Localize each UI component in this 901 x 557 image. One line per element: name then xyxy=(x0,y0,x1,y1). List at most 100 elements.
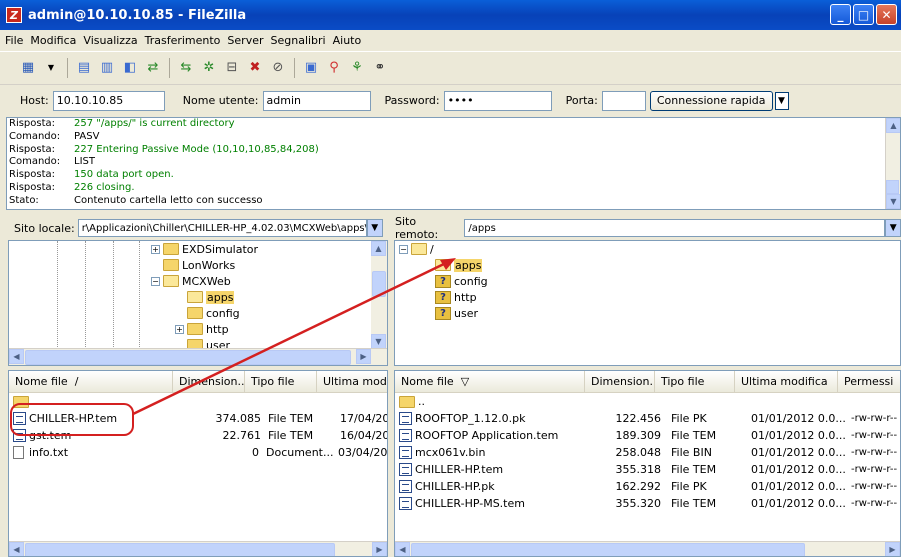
refresh-icon[interactable]: ⇆ xyxy=(176,58,196,78)
file-icon xyxy=(399,497,412,510)
site-manager-icon[interactable]: ▦ xyxy=(18,58,38,78)
username-input[interactable] xyxy=(262,90,371,111)
disconnect-icon[interactable]: ✖ xyxy=(245,58,265,78)
toggle-tree-icon[interactable]: ▥ xyxy=(97,58,117,78)
scroll-down-icon[interactable]: ▼ xyxy=(886,194,900,209)
file-icon xyxy=(399,446,412,459)
tree-item-config[interactable]: ? config xyxy=(435,273,488,289)
port-input[interactable] xyxy=(601,90,646,111)
menu-server[interactable]: Server xyxy=(227,34,263,47)
unknown-folder-icon: ? xyxy=(435,290,451,304)
scroll-left-icon[interactable]: ◀ xyxy=(9,542,24,556)
col-header-size[interactable]: Dimension... xyxy=(173,371,245,392)
col-header-type[interactable]: Tipo file xyxy=(655,371,735,392)
search-icon[interactable]: ⚭ xyxy=(370,58,390,78)
scroll-right-icon[interactable]: ▶ xyxy=(356,349,371,364)
menu-trasferimento[interactable]: Trasferimento xyxy=(145,34,221,47)
file-icon xyxy=(399,412,412,425)
close-button[interactable]: ✕ xyxy=(876,4,897,25)
menu-visualizza[interactable]: Visualizza xyxy=(83,34,137,47)
table-row[interactable]: CHILLER-HP.tem 355.318 File TEM 01/01/20… xyxy=(399,461,900,478)
tree-item-apps[interactable]: apps xyxy=(187,289,235,305)
col-header-modified[interactable]: Ultima modifica xyxy=(735,371,838,392)
reconnect-icon[interactable]: ⊘ xyxy=(268,58,288,78)
sync-browse-icon[interactable]: ⚘ xyxy=(347,58,367,78)
tree-item-root[interactable]: − / xyxy=(399,241,434,257)
col-header-size[interactable]: Dimension... xyxy=(585,371,655,392)
local-path-dropdown-icon[interactable]: ▼ xyxy=(366,219,383,237)
col-header-modified[interactable]: Ultima mod xyxy=(317,371,387,392)
menu-aiuto[interactable]: Aiuto xyxy=(333,34,362,47)
table-row[interactable]: ROOFTOP Application.tem 189.309 File TEM… xyxy=(399,427,900,444)
local-path-input[interactable]: r\Applicazioni\Chiller\CHILLER-HP_4.02.0… xyxy=(77,219,367,237)
folder-icon xyxy=(187,323,203,335)
scroll-thumb[interactable] xyxy=(886,180,899,194)
menu-bar: File Modifica Visualizza Trasferimento S… xyxy=(0,30,901,50)
remote-site-label: Sito remoto: xyxy=(395,215,439,241)
remote-path-dropdown-icon[interactable]: ▼ xyxy=(885,219,901,237)
file-icon xyxy=(399,429,412,442)
quickconnect-dropdown-icon[interactable]: ▼ xyxy=(774,91,789,110)
remote-files-hscrollbar[interactable]: ◀ ▶ xyxy=(395,541,900,556)
table-row[interactable]: info.txt 0 Document... 03/04/201: xyxy=(13,444,387,461)
log-scrollbar[interactable]: ▲ ▼ xyxy=(885,118,900,209)
local-site-bar: Sito locale: r\Applicazioni\Chiller\CHIL… xyxy=(14,217,388,239)
scroll-left-icon[interactable]: ◀ xyxy=(395,542,410,556)
remote-site-bar: Sito remoto: /apps ▼ xyxy=(395,215,901,241)
table-row[interactable]: CHILLER-HP-MS.tem 355.320 File TEM 01/01… xyxy=(399,495,900,512)
local-tree: + EXDSimulator LonWorks − MCXWeb apps conf… xyxy=(8,240,388,366)
log-row: Comando: PASV xyxy=(9,130,100,142)
col-header-type[interactable]: Tipo file xyxy=(245,371,317,392)
process-queue-icon[interactable]: ✲ xyxy=(199,58,219,78)
scroll-down-icon[interactable]: ▼ xyxy=(371,334,386,349)
col-header-permissions[interactable]: Permessi xyxy=(838,371,900,392)
toggle-queue-icon[interactable]: ⇄ xyxy=(143,58,163,78)
maximize-button[interactable]: □ xyxy=(853,4,874,25)
toggle-remote-tree-icon[interactable]: ◧ xyxy=(120,58,140,78)
tree-item-exdsimulator[interactable]: + EXDSimulator xyxy=(151,241,258,257)
table-row[interactable]: CHILLER-HP.pk 162.292 File PK 01/01/2012… xyxy=(399,478,900,495)
tree-item-http[interactable]: ? http xyxy=(435,289,477,305)
text-file-icon xyxy=(13,446,24,459)
table-row[interactable]: ROOFTOP_1.12.0.pk 122.456 File PK 01/01/… xyxy=(399,410,900,427)
remote-path-input[interactable]: /apps xyxy=(464,219,886,237)
user-label: Nome utente: xyxy=(182,94,259,107)
tree-item-config[interactable]: config xyxy=(187,305,240,321)
table-row[interactable]: mcx061v.bin 258.048 File BIN 01/01/2012 … xyxy=(399,444,900,461)
quickconnect-button[interactable]: Connessione rapida xyxy=(649,90,773,111)
log-row: Risposta: 226 closing. xyxy=(9,181,135,193)
scroll-up-icon[interactable]: ▲ xyxy=(371,241,386,256)
local-tree-hscrollbar[interactable]: ◀ ▶ xyxy=(9,348,387,365)
compare-icon[interactable]: ⚲ xyxy=(324,58,344,78)
password-input[interactable] xyxy=(443,90,552,111)
scroll-right-icon[interactable]: ▶ xyxy=(885,542,900,556)
table-row[interactable]: .. xyxy=(399,393,425,410)
tree-item-user[interactable]: ? user xyxy=(435,305,478,321)
col-header-name[interactable]: Nome file / xyxy=(9,371,173,392)
menu-segnalibri[interactable]: Segnalibri xyxy=(271,34,326,47)
folder-open-icon xyxy=(163,275,179,287)
toggle-log-icon[interactable]: ▤ xyxy=(74,58,94,78)
tree-item-apps[interactable]: apps xyxy=(435,257,483,273)
scroll-left-icon[interactable]: ◀ xyxy=(9,349,24,364)
filter-icon[interactable]: ▣ xyxy=(301,58,321,78)
dropdown-arrow-icon[interactable]: ▼ xyxy=(41,58,61,78)
folder-icon xyxy=(187,307,203,319)
scroll-up-icon[interactable]: ▲ xyxy=(886,118,900,133)
scroll-right-icon[interactable]: ▶ xyxy=(372,542,387,556)
menu-modifica[interactable]: Modifica xyxy=(30,34,76,47)
local-tree-vscrollbar[interactable]: ▲ ▼ xyxy=(371,241,387,349)
local-files-hscrollbar[interactable]: ◀ ▶ xyxy=(9,541,387,556)
tree-item-http[interactable]: + http xyxy=(175,321,229,337)
tree-item-lonworks[interactable]: LonWorks xyxy=(163,257,235,273)
tree-item-mcxweb[interactable]: − MCXWeb xyxy=(151,273,231,289)
log-row: Risposta: 257 "/apps/" is current directo… xyxy=(9,118,235,129)
host-input[interactable] xyxy=(52,90,165,111)
col-header-name[interactable]: Nome file ▽ xyxy=(395,371,585,392)
minimize-button[interactable]: _ xyxy=(830,4,851,25)
local-file-list: Nome file / Dimension... Tipo file Ultim… xyxy=(8,370,388,557)
menu-file[interactable]: File xyxy=(5,34,23,47)
cancel-icon[interactable]: ⊟ xyxy=(222,58,242,78)
unknown-folder-icon: ? xyxy=(435,274,451,288)
folder-open-icon xyxy=(411,243,427,255)
